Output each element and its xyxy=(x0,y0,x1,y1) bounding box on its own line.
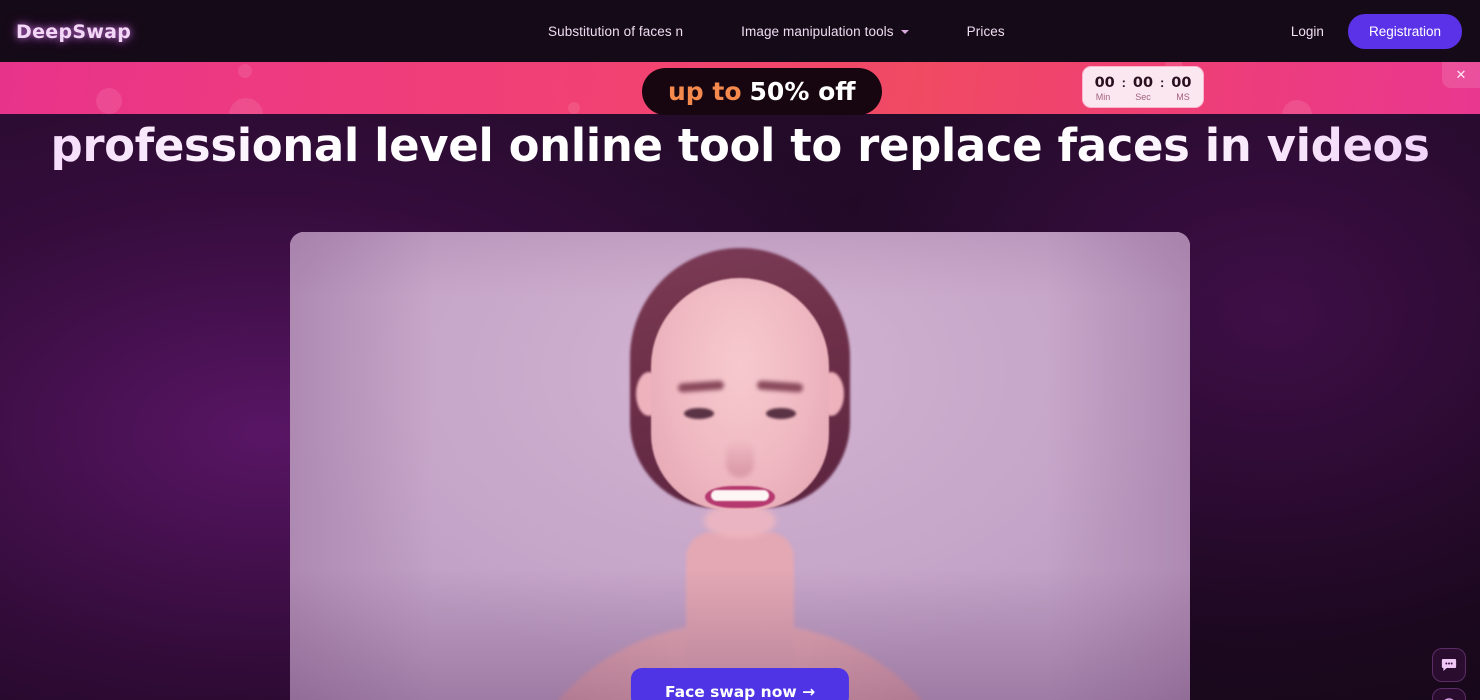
chat-widget-button[interactable] xyxy=(1432,648,1466,682)
countdown-separator: : xyxy=(1160,74,1165,90)
face-swap-now-button[interactable]: Face swap now → xyxy=(630,668,850,700)
page-title: professional level online tool to replac… xyxy=(0,122,1480,170)
video-vignette xyxy=(290,232,1190,700)
countdown-seconds: 00 xyxy=(1132,74,1154,91)
chat-bubble-icon xyxy=(1441,659,1457,671)
discount-pill: up to 50% off xyxy=(642,68,882,115)
countdown-digits: 00 : 00 : 00 xyxy=(1094,75,1193,91)
discount-value: 50% off xyxy=(749,77,856,106)
nav-item-label: Prices xyxy=(966,23,1005,39)
close-icon: ✕ xyxy=(1455,67,1467,82)
countdown-separator: : xyxy=(1121,74,1126,90)
page-root: DeepSwap Substitution of faces n Image m… xyxy=(0,0,1480,700)
countdown-milliseconds-label: MS xyxy=(1176,91,1190,102)
nav-actions: Login Registration xyxy=(1281,0,1462,62)
decorative-circle xyxy=(238,64,252,78)
nav-item-prices[interactable]: Prices xyxy=(949,24,1023,39)
countdown-labels: Min Sec MS xyxy=(1092,92,1194,102)
support-icon xyxy=(1444,698,1454,700)
nav-item-label: Substitution of faces n xyxy=(548,23,684,39)
countdown-minutes: 00 xyxy=(1094,74,1115,91)
nav-item-image-tools[interactable]: Image manipulation tools xyxy=(723,24,927,39)
nav-item-label: Image manipulation tools xyxy=(741,23,894,39)
banner-close-button[interactable]: ✕ xyxy=(1442,62,1480,88)
login-link[interactable]: Login xyxy=(1281,18,1334,45)
top-navbar: DeepSwap Substitution of faces n Image m… xyxy=(0,0,1480,62)
nav-item-face-swap[interactable]: Substitution of faces n xyxy=(530,24,701,39)
countdown-minutes-label: Min xyxy=(1095,91,1111,102)
decorative-circle xyxy=(568,102,580,114)
decorative-circle xyxy=(1282,100,1312,114)
chevron-down-icon xyxy=(900,30,909,34)
support-widget-button[interactable] xyxy=(1432,688,1466,700)
discount-prefix: up to xyxy=(668,77,742,106)
countdown-seconds-label: Sec xyxy=(1135,91,1151,102)
countdown-milliseconds: 00 xyxy=(1171,74,1192,91)
primary-nav: Substitution of faces n Image manipulati… xyxy=(530,0,1023,62)
countdown-timer: 00 : 00 : 00 Min Sec MS xyxy=(1082,66,1204,108)
brand-logo[interactable]: DeepSwap xyxy=(16,21,131,43)
registration-button[interactable]: Registration xyxy=(1347,13,1462,49)
floating-widget-stack xyxy=(1432,648,1466,700)
decorative-circle xyxy=(229,98,263,114)
demo-video-player[interactable] xyxy=(290,232,1190,700)
decorative-circle xyxy=(96,88,122,114)
